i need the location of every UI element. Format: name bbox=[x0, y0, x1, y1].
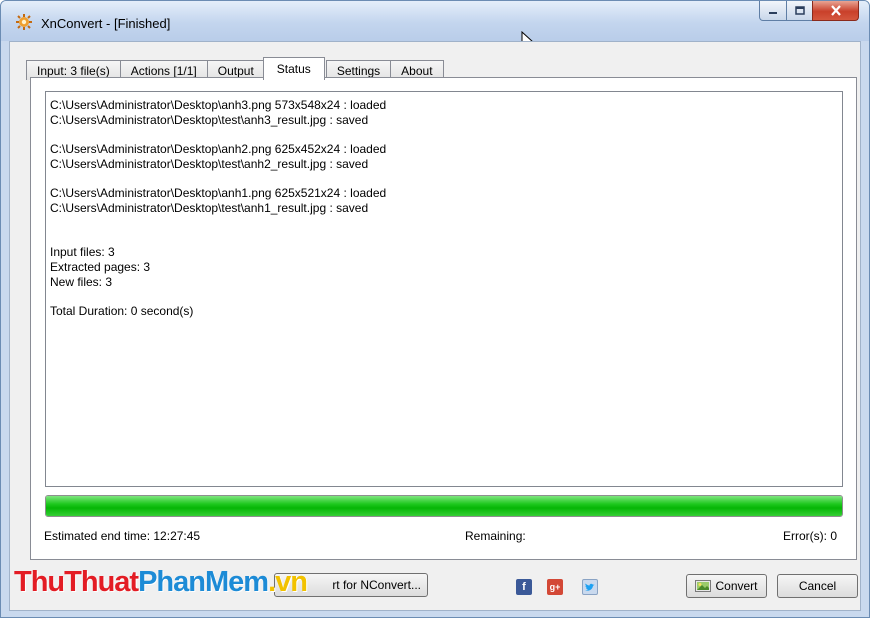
window-title: XnConvert - [Finished] bbox=[41, 16, 171, 31]
convert-label: Convert bbox=[715, 579, 758, 593]
tab-status[interactable]: Status bbox=[262, 57, 325, 80]
twitter-icon[interactable] bbox=[582, 579, 598, 595]
minimize-button[interactable] bbox=[759, 1, 787, 21]
convert-button[interactable]: Convert bbox=[686, 574, 767, 598]
remaining-label: Remaining: bbox=[465, 529, 526, 543]
watermark-logo: ThuThuatPhanMem.vn bbox=[14, 566, 308, 599]
watermark-part: PhanMem bbox=[138, 566, 269, 598]
log-line: New files: 3 bbox=[50, 275, 113, 289]
watermark-part: ThuThuat bbox=[14, 566, 139, 598]
cancel-button[interactable]: Cancel bbox=[777, 574, 858, 598]
log-line: C:\Users\Administrator\Desktop\test\anh3… bbox=[50, 113, 369, 127]
export-nconvert-label: rt for NConvert... bbox=[332, 578, 421, 592]
close-icon bbox=[830, 5, 841, 16]
watermark-part: .vn bbox=[268, 566, 308, 598]
log-line: C:\Users\Administrator\Desktop\anh2.png … bbox=[50, 142, 387, 156]
log-line: Total Duration: 0 second(s) bbox=[50, 304, 194, 318]
title-bar[interactable]: XnConvert - [Finished] bbox=[1, 1, 869, 41]
log-line: C:\Users\Administrator\Desktop\anh3.png … bbox=[50, 98, 387, 112]
cancel-label: Cancel bbox=[798, 579, 837, 593]
minimize-icon bbox=[769, 11, 777, 14]
error-count: Error(s): 0 bbox=[783, 529, 837, 543]
close-button[interactable] bbox=[812, 1, 859, 21]
status-log[interactable]: C:\Users\Administrator\Desktop\anh3.png … bbox=[45, 91, 843, 487]
convert-icon bbox=[695, 580, 712, 592]
google-plus-icon[interactable]: g+ bbox=[547, 579, 563, 595]
facebook-icon[interactable]: f bbox=[516, 579, 532, 595]
log-line: C:\Users\Administrator\Desktop\anh1.png … bbox=[50, 186, 387, 200]
xnconvert-app-icon bbox=[16, 14, 32, 30]
log-line: Input files: 3 bbox=[50, 245, 115, 259]
progress-fill bbox=[46, 496, 842, 516]
maximize-button[interactable] bbox=[786, 1, 813, 21]
progress-bar bbox=[45, 495, 843, 517]
log-line: C:\Users\Administrator\Desktop\test\anh2… bbox=[50, 157, 369, 171]
maximize-icon bbox=[794, 6, 805, 15]
estimated-end-time: Estimated end time: 12:27:45 bbox=[44, 529, 201, 543]
log-line: Extracted pages: 3 bbox=[50, 260, 151, 274]
twitter-bird-icon bbox=[585, 583, 595, 591]
log-line: C:\Users\Administrator\Desktop\test\anh1… bbox=[50, 201, 369, 215]
